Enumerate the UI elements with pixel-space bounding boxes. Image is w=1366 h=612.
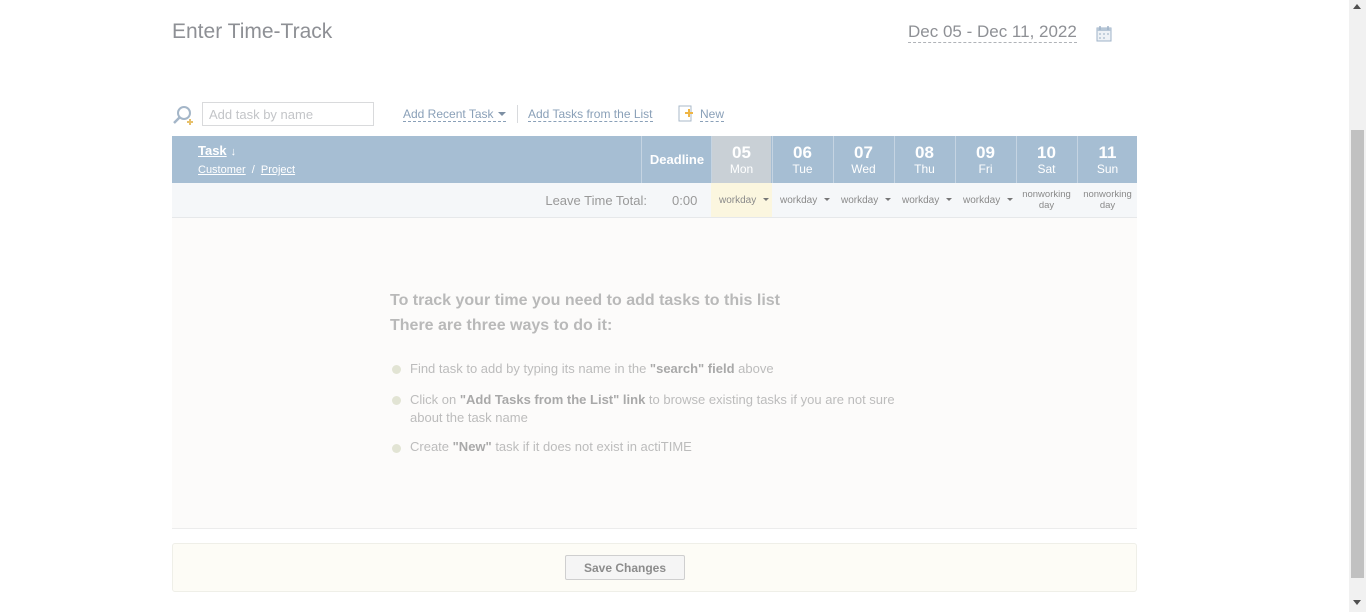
day-name: Sat: [1037, 162, 1056, 176]
dropdown-arrow-icon[interactable]: [1007, 198, 1013, 201]
day-header-thu: 08 Thu: [894, 136, 954, 183]
day-name: Fri: [978, 162, 993, 176]
add-recent-task-dropdown[interactable]: Add Recent Task: [403, 107, 506, 122]
day-number: 05: [732, 143, 751, 162]
add-recent-task-label: Add Recent Task: [403, 107, 494, 121]
tip-search: Find task to add by typing its name in t…: [410, 360, 930, 378]
tip-text: Click on: [410, 392, 460, 407]
day-header-wed: 07 Wed: [833, 136, 893, 183]
task-toolbar: Add Recent Task Add Tasks from the List …: [172, 102, 772, 128]
day-header-mon: 05 Mon: [711, 136, 771, 183]
day-type-value[interactable]: workday: [719, 195, 756, 206]
day-name: Sun: [1096, 162, 1119, 176]
tip-text: task if it does not exist in actiTIME: [491, 439, 692, 454]
day-type-select-wed[interactable]: workday: [833, 183, 894, 217]
day-type-value[interactable]: workday: [963, 195, 1000, 206]
task-column-header: Task ↓ Customer / Project: [198, 142, 295, 176]
chevron-down-icon: [497, 112, 506, 116]
day-header-sat: 10 Sat: [1016, 136, 1076, 183]
day-header-fri: 09 Fri: [955, 136, 1015, 183]
leave-time-label: Leave Time Total:: [545, 193, 647, 208]
vertical-scrollbar[interactable]: [1349, 0, 1366, 612]
tip-text: Find task to add by typing its name in t…: [410, 361, 650, 376]
day-type-value[interactable]: workday: [780, 195, 817, 206]
add-tasks-from-list-link[interactable]: Add Tasks from the List: [528, 107, 653, 122]
day-number: 11: [1098, 143, 1117, 162]
tip-text: above: [734, 361, 774, 376]
dropdown-arrow-icon[interactable]: [885, 198, 891, 201]
bullet-icon: [392, 444, 401, 453]
day-type-value[interactable]: workday: [841, 195, 878, 206]
scroll-down-icon[interactable]: [1353, 600, 1361, 605]
day-header-sun: 11 Sun: [1077, 136, 1137, 183]
tip-text: Create: [410, 439, 453, 454]
day-number: 07: [854, 143, 873, 162]
new-task-icon[interactable]: [678, 105, 694, 122]
date-range-picker[interactable]: Dec 05 - Dec 11, 2022: [908, 22, 1077, 43]
search-add-icon: [173, 106, 193, 125]
day-name: Thu: [914, 162, 935, 176]
customer-project-separator: /: [251, 164, 255, 176]
day-name: Mon: [729, 162, 754, 176]
sort-down-icon[interactable]: ↓: [231, 146, 237, 158]
new-task-link[interactable]: New: [700, 107, 725, 122]
day-type-sun: nonworking day: [1077, 183, 1138, 217]
empty-state-line-2: There are three ways to do it:: [390, 317, 613, 334]
customer-sort-link[interactable]: Customer: [198, 164, 246, 176]
empty-state-line-1: To track your time you need to add tasks…: [390, 292, 780, 309]
tip-emphasis: "Add Tasks from the List" link: [459, 392, 646, 407]
day-name: Wed: [851, 162, 876, 176]
scroll-up-icon[interactable]: [1353, 4, 1361, 9]
leave-time-total: 0:00: [672, 193, 698, 208]
page-title: Enter Time-Track: [172, 20, 333, 43]
day-type-select-tue[interactable]: workday: [772, 183, 833, 217]
tip-add-from-list: Click on "Add Tasks from the List" link …: [410, 391, 930, 427]
day-type-select-fri[interactable]: workday: [955, 183, 1016, 217]
tip-emphasis: "New": [452, 439, 492, 454]
tip-emphasis: "search" field: [649, 361, 735, 376]
bullet-icon: [392, 365, 401, 374]
add-task-search-input[interactable]: [202, 102, 374, 126]
day-number: 09: [976, 143, 995, 162]
empty-state-heading: To track your time you need to add tasks…: [390, 288, 780, 338]
project-sort-link[interactable]: Project: [261, 164, 295, 176]
day-type-select-mon[interactable]: workday: [711, 183, 772, 217]
empty-task-list: To track your time you need to add tasks…: [172, 218, 1137, 529]
day-type-value[interactable]: workday: [902, 195, 939, 206]
day-type-sat: nonworking day: [1016, 183, 1077, 217]
day-type-select-thu[interactable]: workday: [894, 183, 955, 217]
dropdown-arrow-icon[interactable]: [946, 198, 952, 201]
calendar-icon[interactable]: [1096, 25, 1112, 42]
day-type-value: nonworking day: [1083, 189, 1132, 211]
day-type-value: nonworking day: [1022, 189, 1071, 211]
leave-time-row: Leave Time Total: 0:00 workday workday w…: [172, 183, 1137, 218]
day-number: 06: [793, 143, 812, 162]
dropdown-arrow-icon[interactable]: [763, 198, 769, 201]
bullet-icon: [392, 396, 401, 405]
day-header-tue: 06 Tue: [772, 136, 832, 183]
task-sort-link[interactable]: Task: [198, 143, 227, 158]
save-changes-button[interactable]: Save Changes: [565, 555, 685, 580]
day-name: Tue: [792, 162, 813, 176]
dropdown-arrow-icon[interactable]: [824, 198, 830, 201]
scroll-thumb[interactable]: [1351, 130, 1364, 578]
timetrack-grid-header: Task ↓ Customer / Project Deadline 05 Mon…: [172, 136, 1137, 183]
deadline-column-header: Deadline: [641, 136, 712, 183]
tip-new-task: Create "New" task if it does not exist i…: [410, 438, 930, 456]
save-bar: Save Changes: [172, 543, 1137, 592]
day-number: 10: [1037, 143, 1056, 162]
day-number: 08: [915, 143, 934, 162]
toolbar-divider: [517, 105, 518, 123]
